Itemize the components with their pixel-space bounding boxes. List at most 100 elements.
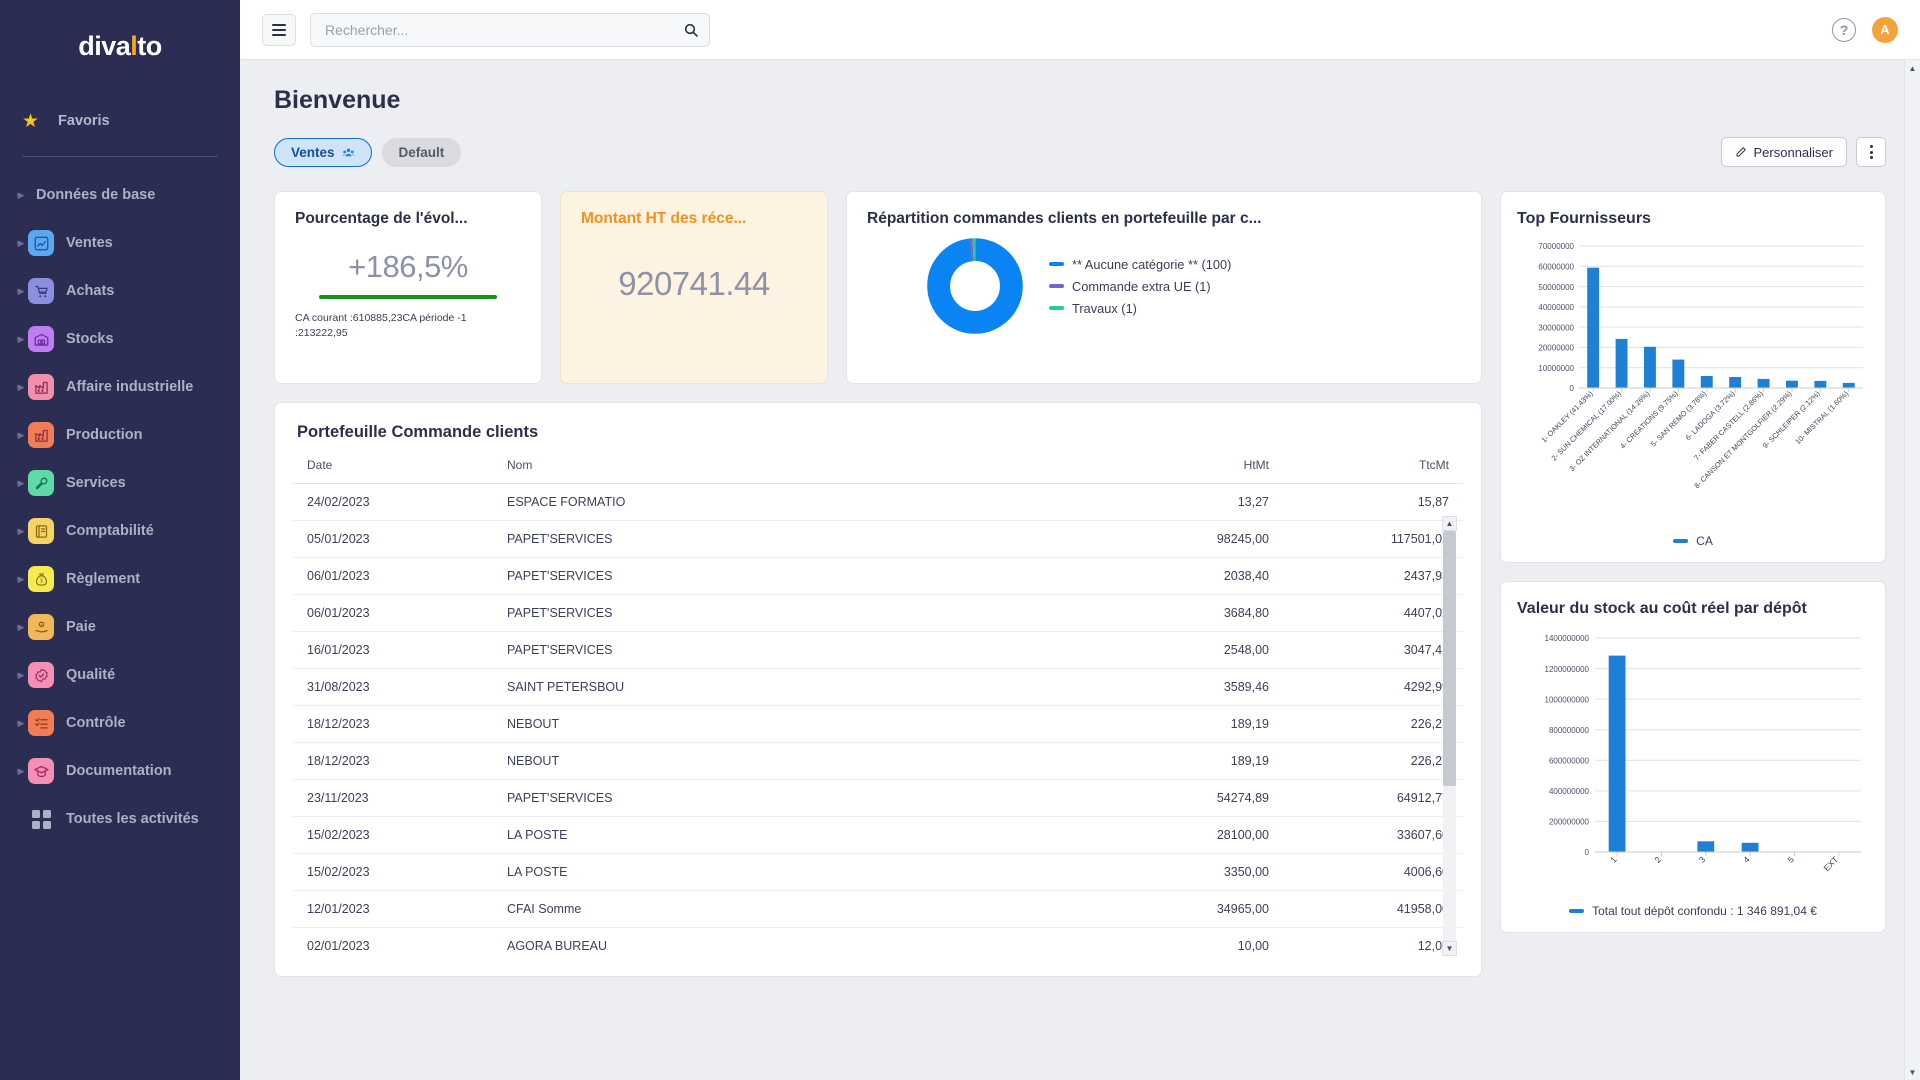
dashboard-tabs: Ventes Default Personnaliser [274,137,1886,167]
table-row[interactable]: 15/02/2023 LA POSTE 3350,00 4006,60 [293,853,1463,891]
main-area: ? A Bienvenue Ventes Default [240,0,1920,1080]
grid-icon [28,806,54,832]
sidebar-item-label: Affaire industrielle [66,379,194,395]
donut-chart-card[interactable]: Répartition commandes clients en portefe… [846,191,1482,384]
chevron-right-icon: ▶ [17,717,25,728]
chevron-right-icon: ▶ [17,573,25,584]
table-row[interactable]: 02/01/2023 AGORA BUREAU 10,00 12,00 [293,928,1463,965]
personnaliser-button[interactable]: Personnaliser [1720,137,1847,167]
brand-logo[interactable]: divalto [0,0,240,92]
top-fournisseurs-card[interactable]: Top Fournisseurs 70000000 60000000 5000000… [1500,191,1886,563]
legend-item[interactable]: Travaux (1) [1049,301,1231,316]
table-scrollbar[interactable]: ▲ ▼ [1442,516,1457,956]
sidebar-item-paie[interactable]: ▶ $ Paie [0,603,240,651]
tab-label-ventes: Ventes [291,144,335,160]
cell-htmt: 189,19 [1103,705,1283,743]
sidebar-item-affaire-industrielle[interactable]: ▶ Affaire industrielle [0,363,240,411]
table-row[interactable]: 06/01/2023 PAPET'SERVICES 2038,40 2437,93 [293,557,1463,595]
svg-text:10000000: 10000000 [1538,364,1574,373]
column-header-nom[interactable]: Nom [493,458,1103,484]
page-scroll-down-icon[interactable]: ▼ [1904,1064,1920,1080]
svg-text:0: 0 [1585,848,1590,857]
cell-htmt: 54274,89 [1103,779,1283,817]
column-header-date[interactable]: Date [293,458,493,484]
sidebar-item-production[interactable]: ▶ Production [0,411,240,459]
table-row[interactable]: 18/12/2023 NEBOUT 189,19 226,27 [293,742,1463,780]
cell-date: 15/02/2023 [293,816,493,854]
stock-value-card[interactable]: Valeur du stock au coût réel par dépôt 1… [1500,581,1886,933]
legend-label: ** Aucune catégorie ** (100) [1072,256,1232,272]
cell-date: 12/01/2023 [293,890,493,928]
sidebar-item-donn-es-de-base[interactable]: ▶ Données de base [0,171,240,219]
more-options-button[interactable] [1856,137,1886,167]
warehouse-icon [28,326,54,352]
sidebar-item-stocks[interactable]: ▶ Stocks [0,315,240,363]
cell-date: 24/02/2023 [293,483,493,521]
tab-default[interactable]: Default [381,137,462,167]
avatar[interactable]: A [1872,16,1898,43]
table-scroll-thumb[interactable] [1443,531,1456,786]
sidebar-divider [22,156,218,157]
portefeuille-table-title: Portefeuille Commande clients [297,423,539,441]
sidebar-item-ventes[interactable]: ▶ Ventes [0,219,240,267]
brand-name-main: diva [78,30,131,61]
hamburger-icon[interactable] [262,13,296,46]
cell-date: 15/02/2023 [293,853,493,891]
sidebar-item-qualit[interactable]: ▶ Qualité [0,651,240,699]
sidebar-item-achats[interactable]: ▶ Achats [0,267,240,315]
sidebar-item-documentation[interactable]: ▶ Documentation [0,747,240,795]
top-fournisseurs-legend: CA [1517,534,1869,548]
kpi-row: Pourcentage de l'évol... +186,5% CA cour… [274,191,1482,384]
app-root: divalto ★ Favoris ▶ Données de base ▶ Vente… [0,0,1920,1080]
table-row[interactable]: 12/01/2023 CFAI Somme 34965,00 41958,00 [293,890,1463,928]
sidebar-item-favoris[interactable]: ★ Favoris [0,100,240,142]
kpi-card-amount[interactable]: Montant HT des réce... 920741.44 [560,191,828,384]
sidebar-item-label: Données de base [36,187,156,203]
search-input[interactable] [310,12,710,47]
column-header-ttcmt[interactable]: TtcMt [1283,458,1463,484]
table-row[interactable]: 05/01/2023 PAPET'SERVICES 98245,00 117501,0… [293,520,1463,558]
page-scroll-up-icon[interactable]: ▲ [1904,60,1920,76]
table-row[interactable]: 06/01/2023 PAPET'SERVICES 3684,80 4407,02 [293,594,1463,632]
table-scroll-track[interactable] [1443,531,1456,941]
kpi-subtitle-line2: :213222,95 [295,326,348,339]
table-row[interactable]: 23/11/2023 PAPET'SERVICES 54274,89 64912,77 [293,779,1463,817]
kpi-card-evolution[interactable]: Pourcentage de l'évol... +186,5% CA cour… [274,191,542,384]
cell-htmt: 3684,80 [1103,594,1283,632]
legend-item[interactable]: Commande extra UE (1) [1049,279,1231,294]
table-row[interactable]: 16/01/2023 PAPET'SERVICES 2548,00 3047,41 [293,631,1463,669]
cell-htmt: 98245,00 [1103,520,1283,558]
table-row[interactable]: 31/08/2023 SAINT PETERSBOU 3589,46 4292,99 [293,668,1463,706]
search-icon[interactable] [680,19,702,41]
cell-date: 02/01/2023 [307,939,370,953]
cell-ttcmt: 4292,99 [1283,668,1463,706]
chevron-right-icon: ▶ [17,381,25,392]
scroll-down-icon[interactable]: ▼ [1442,941,1457,956]
cell-date: 05/01/2023 [293,520,493,558]
scroll-up-icon[interactable]: ▲ [1442,516,1457,531]
page-scrollbar[interactable]: ▲ ▼ [1904,60,1920,1080]
legend-item[interactable]: ** Aucune catégorie ** (100) [1049,257,1231,272]
legend-swatch [1049,306,1064,310]
table-row[interactable]: 24/02/2023 ESPACE FORMATIO 13,27 15,87 [293,483,1463,521]
sidebar-item-toutes-les-activites[interactable]: Toutes les activités [0,795,240,843]
cell-nom: ESPACE FORMATIO [493,483,1103,521]
sidebar-item-label-favoris: Favoris [58,113,110,129]
sidebar-item-services[interactable]: ▶ Services [0,459,240,507]
table-row[interactable]: 18/12/2023 NEBOUT 189,19 226,27 [293,705,1463,743]
legend-swatch-ca [1673,539,1689,543]
sidebar-item-r-glement[interactable]: ▶ $ Règlement [0,555,240,603]
checklist-icon [28,710,54,736]
sidebar-item-comptabilit[interactable]: ▶ Comptabilité [0,507,240,555]
column-header-htmt[interactable]: HtMt [1103,458,1283,484]
cell-nom: LA POSTE [493,816,1103,854]
svg-text:1200000000: 1200000000 [1545,665,1590,674]
sidebar-item-contr-le[interactable]: ▶ Contrôle [0,699,240,747]
kpi-value-amount: 920741.44 [618,264,770,302]
portefeuille-table: Date Nom HtMt TtcMt 24/02/2023 ESPACE FOR… [293,458,1463,964]
page-scroll-track[interactable] [1904,76,1920,1064]
donut-chart [927,238,1023,334]
tab-ventes[interactable]: Ventes [274,137,372,167]
help-icon[interactable]: ? [1832,17,1856,42]
table-row[interactable]: 15/02/2023 LA POSTE 28100,00 33607,60 [293,816,1463,854]
